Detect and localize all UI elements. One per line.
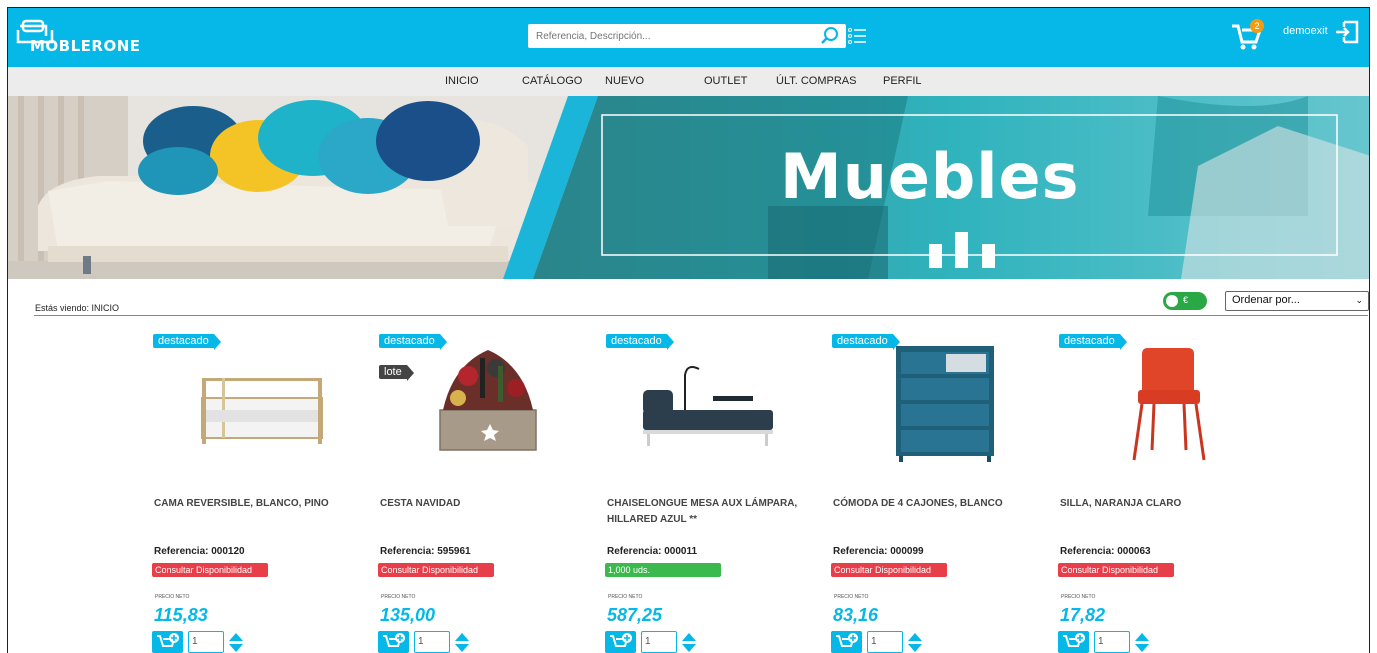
- availability-badge[interactable]: Consultar Disponibilidad: [831, 563, 947, 577]
- price-label: PRECIO NETO: [608, 594, 643, 600]
- add-to-cart-button[interactable]: [378, 631, 409, 653]
- gift-basket-icon[interactable]: [398, 338, 568, 468]
- top-bar: MOBLERONE 2 demoexit: [8, 8, 1369, 67]
- product-reference: Referencia: 000063: [1060, 546, 1151, 557]
- availability-badge[interactable]: Consultar Disponibilidad: [1058, 563, 1174, 577]
- nav-item-nuevo[interactable]: NUEVO: [605, 75, 644, 87]
- banner-image: [8, 96, 1369, 279]
- toggle-knob: [1166, 295, 1178, 307]
- logo-text[interactable]: MOBLERONE: [30, 37, 141, 55]
- product-reference: Referencia: 000120: [154, 546, 245, 557]
- banner-title: Muebles: [780, 140, 1080, 213]
- product-card: destacado SILLA, NARANJA CLARO Referenci…: [1058, 333, 1268, 653]
- search-box: [528, 24, 846, 48]
- add-to-cart-button[interactable]: [605, 631, 636, 653]
- product-name[interactable]: CHAISELONGUE MESA AUX LÁMPARA, HILLARED …: [607, 496, 812, 528]
- breadcrumb: Estás viendo: INICIO: [35, 303, 120, 313]
- quantity-stepper-icon[interactable]: [228, 632, 244, 653]
- product-name[interactable]: CESTA NAVIDAD: [380, 496, 585, 512]
- divider: [34, 315, 1368, 316]
- product-reference: Referencia: 595961: [380, 546, 471, 557]
- quantity-input[interactable]: 1: [1094, 631, 1130, 653]
- availability-badge[interactable]: Consultar Disponibilidad: [378, 563, 494, 577]
- main-nav: INICIO CATÁLOGO NUEVO OUTLET ÚLT. COMPRA…: [8, 67, 1369, 97]
- page: MOBLERONE 2 demoexit INICIO CATÁLOGO NUE: [7, 7, 1370, 653]
- product-card: destacado CÓMODA DE 4 CAJONES, BLANCO Re…: [831, 333, 1041, 653]
- logout-icon[interactable]: [1335, 20, 1359, 44]
- product-reference: Referencia: 000011: [607, 546, 698, 557]
- quantity-stepper-icon[interactable]: [681, 632, 697, 653]
- product-price: 587,25: [607, 605, 663, 625]
- product-reference: Referencia: 000099: [833, 546, 924, 557]
- nav-item-ult-compras[interactable]: ÚLT. COMPRAS: [776, 75, 856, 87]
- user-name[interactable]: demoexit: [1283, 25, 1328, 37]
- product-card: destacado CAMA REVERSIBLE, BLANCO, PINO …: [152, 333, 362, 653]
- add-to-cart-button[interactable]: [152, 631, 183, 653]
- search-icon[interactable]: [820, 26, 840, 46]
- price-label: PRECIO NETO: [155, 594, 190, 600]
- quantity-stepper-icon[interactable]: [1134, 632, 1150, 653]
- price-label: PRECIO NETO: [381, 594, 416, 600]
- product-card: destacado lote CESTA NAVIDAD Referencia:…: [378, 333, 588, 653]
- product-name[interactable]: CÓMODA DE 4 CAJONES, BLANCO: [833, 496, 1038, 512]
- quantity-input[interactable]: 1: [188, 631, 224, 653]
- chevron-down-icon: ⌄: [1355, 295, 1363, 305]
- product-card: destacado CHAISELONGUE MESA AUX LÁMPARA,…: [605, 333, 815, 653]
- quantity-input[interactable]: 1: [414, 631, 450, 653]
- availability-badge[interactable]: Consultar Disponibilidad: [152, 563, 268, 577]
- quantity-input[interactable]: 1: [867, 631, 903, 653]
- sort-selected: Ordenar por...: [1232, 294, 1300, 306]
- dresser-icon[interactable]: [851, 338, 1021, 468]
- hero-banner: Muebles: [8, 96, 1369, 279]
- product-price: 83,16: [833, 605, 879, 625]
- quantity-stepper-icon[interactable]: [907, 632, 923, 653]
- cart-count-badge: 2: [1250, 19, 1264, 33]
- nav-item-inicio[interactable]: INICIO: [445, 75, 479, 87]
- chair-icon[interactable]: [1078, 338, 1248, 468]
- nav-item-catalogo[interactable]: CATÁLOGO: [522, 75, 582, 87]
- bed-icon[interactable]: [172, 338, 342, 468]
- list-icon[interactable]: [846, 25, 868, 47]
- add-to-cart-button[interactable]: [831, 631, 862, 653]
- price-label: PRECIO NETO: [1061, 594, 1096, 600]
- nav-item-perfil[interactable]: PERFIL: [883, 75, 922, 87]
- add-to-cart-button[interactable]: [1058, 631, 1089, 653]
- currency-label: €: [1183, 295, 1189, 305]
- availability-badge[interactable]: 1,000 uds.: [605, 563, 721, 577]
- quantity-stepper-icon[interactable]: [454, 632, 470, 653]
- product-name[interactable]: CAMA REVERSIBLE, BLANCO, PINO: [154, 496, 359, 512]
- chaise-longue-icon[interactable]: [625, 338, 795, 468]
- product-price: 115,83: [154, 605, 208, 625]
- product-price: 17,82: [1060, 605, 1106, 625]
- product-name[interactable]: SILLA, NARANJA CLARO: [1060, 496, 1265, 512]
- product-price: 135,00: [380, 605, 436, 625]
- currency-toggle[interactable]: €: [1163, 292, 1207, 310]
- price-label: PRECIO NETO: [834, 594, 869, 600]
- nav-item-outlet[interactable]: OUTLET: [704, 75, 747, 87]
- search-input[interactable]: [528, 24, 798, 48]
- sort-select[interactable]: Ordenar por... ⌄: [1225, 291, 1369, 311]
- quantity-input[interactable]: 1: [641, 631, 677, 653]
